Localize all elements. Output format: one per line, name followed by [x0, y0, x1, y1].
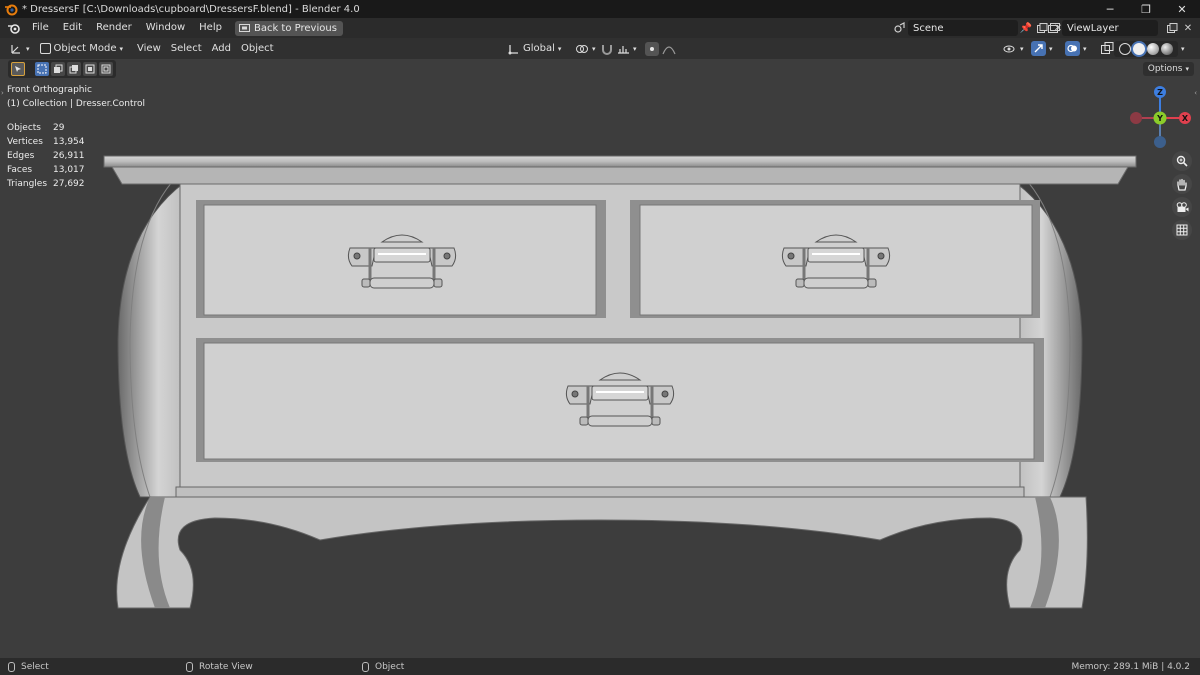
scene-icon [892, 20, 908, 36]
view-layer-name: ViewLayer [1067, 22, 1119, 34]
top-menu-bar: File Edit Render Window Help Back to Pre… [0, 18, 1200, 38]
chevron-down-icon: ▾ [1020, 44, 1024, 53]
menu-select[interactable]: Select [166, 43, 207, 54]
mouse-right-icon [362, 661, 369, 672]
pin-icon[interactable]: 📌 [1018, 20, 1034, 36]
pivot-icon [576, 44, 588, 53]
mouse-middle-icon [186, 661, 193, 672]
menu-help[interactable]: Help [192, 18, 229, 38]
minimize-button[interactable]: ─ [1092, 0, 1128, 18]
menu-render[interactable]: Render [89, 18, 139, 38]
editor-type-dropdown[interactable]: ▾ [0, 43, 35, 55]
title-bar: * DressersF [C:\Downloads\cupboard\Dress… [0, 0, 1200, 18]
status-bar: Select Rotate View Object Memory: 289.1 … [0, 658, 1200, 675]
orientation-dropdown[interactable]: Global ▾ [503, 43, 566, 55]
memory-label: Memory: 289.1 MiB | 4.0.2 [1071, 661, 1190, 672]
status-object: Object [362, 661, 405, 672]
mode-dropdown[interactable]: Object Mode ▾ [35, 43, 129, 54]
3d-viewport[interactable]: Options ▾ › ‹ Front Orthographic (1) Col… [0, 59, 1200, 658]
solid-shading-icon[interactable] [1133, 42, 1145, 55]
view-layer-field[interactable]: ViewLayer [1062, 20, 1158, 36]
view-layer-icon [1046, 20, 1062, 36]
rendered-shading-icon[interactable] [1161, 42, 1173, 55]
scene-name-field[interactable]: Scene [908, 20, 1018, 36]
chevron-down-icon: ▾ [1181, 44, 1185, 53]
chevron-down-icon: ▾ [633, 44, 637, 53]
orientation-label: Global [523, 43, 555, 54]
falloff-curve-icon [662, 45, 676, 54]
status-rotate: Rotate View [186, 661, 253, 672]
window-title: * DressersF [C:\Downloads\cupboard\Dress… [22, 3, 360, 15]
blender-menu-icon[interactable] [7, 21, 21, 35]
transform-orientation-icon [508, 44, 518, 54]
eye-pointer-icon [1003, 45, 1015, 52]
status-rotate-label: Rotate View [199, 661, 253, 672]
shading-options-dropdown[interactable]: ▾ [1176, 45, 1190, 53]
chevron-down-icon: ▾ [1049, 44, 1053, 53]
wireframe-shading-icon[interactable] [1119, 42, 1131, 55]
menu-view[interactable]: View [132, 43, 166, 54]
viewport-header: ▾ Object Mode ▾ View Select Add Object G… [0, 38, 1200, 59]
chevron-down-icon: ▾ [26, 44, 30, 53]
chevron-down-icon: ▾ [557, 44, 562, 53]
new-view-layer-icon[interactable] [1164, 20, 1180, 36]
chevron-down-icon: ▾ [592, 44, 596, 53]
menu-object[interactable]: Object [236, 43, 279, 54]
falloff-dropdown[interactable] [657, 43, 681, 55]
object-mode-icon [39, 43, 51, 54]
overlays-icon [1065, 41, 1080, 56]
gizmo-icon [1031, 41, 1046, 56]
dresser-model[interactable] [0, 59, 1200, 658]
snap-increment-icon [618, 45, 629, 54]
screen-icon [238, 23, 250, 32]
shading-modes [1114, 40, 1178, 57]
menu-file[interactable]: File [25, 18, 56, 38]
axes-icon [11, 44, 20, 54]
remove-view-layer-icon[interactable]: ✕ [1180, 20, 1196, 36]
status-memory: Memory: 289.1 MiB | 4.0.2 [1071, 662, 1190, 672]
visibility-dropdown[interactable]: ▾ [998, 43, 1029, 55]
mode-label: Object Mode [53, 43, 117, 54]
status-object-label: Object [375, 661, 405, 672]
menu-edit[interactable]: Edit [56, 18, 89, 38]
xray-icon [1101, 42, 1114, 54]
status-select: Select [8, 661, 49, 672]
chevron-down-icon: ▾ [119, 44, 124, 53]
gizmo-toggle[interactable]: ▾ [1026, 41, 1058, 56]
overlays-toggle[interactable]: ▾ [1060, 41, 1092, 56]
back-to-previous-label: Back to Previous [253, 22, 337, 34]
chevron-down-icon: ▾ [1083, 44, 1087, 53]
menu-add[interactable]: Add [207, 43, 236, 54]
menu-window[interactable]: Window [139, 18, 192, 38]
blender-logo-icon [5, 4, 18, 16]
view-layer-selector[interactable]: ViewLayer ✕ [1046, 20, 1196, 36]
mouse-left-icon [8, 661, 15, 672]
close-button[interactable]: ✕ [1164, 0, 1200, 18]
snap-target-dropdown[interactable]: ▾ [612, 43, 642, 55]
back-to-previous-button[interactable]: Back to Previous [234, 20, 343, 36]
maximize-button[interactable]: ❐ [1128, 0, 1164, 18]
material-shading-icon[interactable] [1147, 42, 1159, 55]
scene-name: Scene [913, 22, 944, 34]
scene-selector[interactable]: Scene 📌 ✕ [892, 20, 1066, 36]
status-select-label: Select [21, 661, 49, 672]
